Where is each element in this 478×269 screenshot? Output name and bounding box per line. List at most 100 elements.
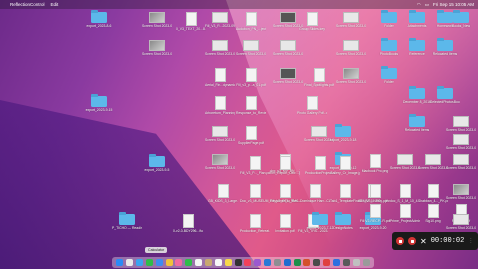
desktop-item-doc[interactable]: BK_V3_INFO_...ject.pdf bbox=[360, 184, 390, 203]
menu-edit[interactable]: Edit bbox=[51, 2, 59, 7]
music-icon[interactable] bbox=[244, 259, 252, 266]
reminders-icon[interactable] bbox=[214, 259, 222, 266]
desktop-item-shot[interactable]: Screen Shot 2023-09-...lop.png bbox=[446, 116, 476, 132]
app-store-icon[interactable] bbox=[264, 259, 272, 266]
maps-icon[interactable] bbox=[165, 259, 173, 266]
cancel-recording-button[interactable]: ✕ bbox=[420, 237, 427, 246]
desktop-item-folder[interactable]: export_2023-9-18 bbox=[328, 124, 358, 142]
desktop-item-doc[interactable]: Final_Spotlights.pdf bbox=[304, 68, 334, 87]
desktop-item-folder[interactable]: SelectedPhotosBooks bbox=[430, 86, 460, 104]
screenshot-icon bbox=[149, 12, 165, 23]
desktop-item-doc[interactable]: 0_V3_TEXT_20...8.pdf bbox=[176, 12, 206, 31]
desktop-item-folder[interactable]: Folder bbox=[374, 66, 404, 84]
desktop-item-shot[interactable]: Fill_V3_R...2023-09... bbox=[205, 12, 235, 28]
desktop-item-doc[interactable]: Macbook Pro.png bbox=[360, 154, 390, 173]
desktop-item-doc[interactable]: Tab1_TemplateFinal.pdf bbox=[330, 184, 360, 203]
desktop-item-doc[interactable]: Gallery_Cr_Image.jpg bbox=[330, 156, 360, 175]
desktop-item-shot[interactable]: Screen Shot 2023-09-14...10.01 AM bbox=[446, 184, 476, 200]
desktop-item-doc[interactable]: Prime_ProjectAdmin.pdf bbox=[390, 204, 420, 223]
desktop-item-doc[interactable]: Doc_v3_MUSEUM_4_11.pdf bbox=[240, 184, 270, 203]
terminal-icon[interactable] bbox=[342, 259, 350, 266]
desktop-item-doc[interactable]: Fill V2-RECP...R.pdf bbox=[360, 204, 390, 223]
desktop-item-folder[interactable]: December 8_2016 bbox=[402, 86, 432, 104]
tv-icon[interactable] bbox=[234, 259, 242, 266]
desktop-item-doc[interactable]: Group Slides.key bbox=[297, 12, 327, 31]
recorder-more-icon[interactable]: ⋮ bbox=[468, 238, 473, 244]
desktop-item-folder[interactable]: export_2023-8-6 bbox=[84, 10, 114, 28]
system-settings-icon[interactable] bbox=[273, 259, 281, 266]
desktop-item-shot[interactable]: Screen Shot 2023-07-04...12.08 PM bbox=[273, 40, 303, 56]
desktop-item-doc[interactable]: Rm_Report_Dec....pdf bbox=[270, 156, 300, 175]
desktop-item-shot[interactable]: Screen Shot 2023-09-14...10.39 AM bbox=[336, 68, 366, 84]
messages-icon[interactable] bbox=[145, 259, 153, 266]
launchpad-icon[interactable] bbox=[126, 259, 134, 266]
screenshot-icon bbox=[280, 40, 296, 51]
desktop-item-shot[interactable]: Screen Shot 2023-08-28...12.01 AM bbox=[236, 40, 266, 56]
desktop-item-doc[interactable]: 0-v2-0-BDY296...ifuo.pdf bbox=[173, 214, 203, 233]
calendar-icon[interactable] bbox=[195, 259, 203, 266]
desktop-item-folder[interactable]: export_2023-9-15 bbox=[84, 94, 114, 112]
desktop-item-shot[interactable]: Screen Shot 2023-09-12...11.52 AM bbox=[336, 40, 366, 56]
desktop-item-shot[interactable]: Screen Shot 2023-08-29...10.37 AM bbox=[205, 154, 235, 170]
desktop-item-folder[interactable]: Relocated Items bbox=[402, 114, 432, 132]
desktop-item-shot[interactable]: Screen Shot 2023-08-28...10.06 AM bbox=[142, 40, 172, 56]
desktop-item-doc[interactable]: Sig10.png bbox=[418, 204, 448, 223]
desktop-item-folder[interactable]: export_2023-9-5 bbox=[142, 154, 172, 172]
facetime-icon[interactable] bbox=[185, 259, 193, 266]
desktop-item-doc[interactable]: Response_to_Rev...ewer2.doc bbox=[270, 184, 300, 203]
excel-icon[interactable] bbox=[293, 259, 301, 266]
photos-icon[interactable] bbox=[175, 259, 183, 266]
notes-icon[interactable] bbox=[224, 259, 232, 266]
desktop-item-shot[interactable]: Screen Shot 2023-09-14...10.24 AM bbox=[336, 12, 366, 28]
desktop-item-doc[interactable]: Production_Retreat...ents.doc bbox=[240, 214, 270, 233]
downloads-stack-icon[interactable] bbox=[352, 259, 360, 266]
desktop-item-folder[interactable]: Relocated Items bbox=[430, 38, 460, 56]
desktop-item-folder[interactable]: P_TICHO — Reading Jay bbox=[112, 212, 142, 230]
menu-clock[interactable]: Fri Sep 15 10:05 AM bbox=[433, 2, 474, 7]
desktop-item-shot[interactable]: Screen Shot 2023-09-14...10.22 AM bbox=[418, 154, 448, 170]
desktop-item-doc[interactable]: Fill_v3_p...a_01.pdf bbox=[236, 68, 266, 87]
powerpoint-icon[interactable] bbox=[303, 259, 311, 266]
desktop-item-doc[interactable]: GB_KIDS_3_Large...Spring.pdf bbox=[208, 184, 238, 203]
contacts-icon[interactable] bbox=[205, 259, 213, 266]
desktop-item-doc[interactable]: Invitation.pdf bbox=[270, 214, 300, 233]
podcasts-icon[interactable] bbox=[254, 259, 262, 266]
desktop-item-shot[interactable]: Screen Shot 2023-09-04...15.38 AM bbox=[142, 12, 172, 28]
desktop-item-shot[interactable]: Screen Shot 2023-09-14...10.28 AM bbox=[273, 68, 303, 84]
desktop-item-doc[interactable]: Dominique Harr...ClayNotes.pdf bbox=[300, 184, 330, 203]
desktop-item-folder[interactable]: Attachments bbox=[402, 10, 432, 28]
desktop-item-doc[interactable]: Fill_V3_P..._Plan.pdf bbox=[240, 156, 270, 175]
battery-icon[interactable]: ▭ bbox=[425, 2, 429, 8]
wifi-icon[interactable]: ◠ bbox=[417, 2, 421, 8]
desktop-item-doc[interactable]: doc_S_1_M_10_4...3.pdf bbox=[390, 184, 420, 203]
desktop-item-doc[interactable]: Arboretum_Planning.pdf bbox=[205, 96, 235, 115]
desktop-item-shot[interactable]: Screen Shot 2023-08-22...11.30 AM bbox=[205, 126, 235, 142]
desktop-item-folder[interactable]: Folder bbox=[374, 10, 404, 28]
pause-recording-button[interactable] bbox=[396, 237, 404, 245]
desktop-item-doc[interactable]: Photo Gallery Pdf...rce-Ocean.pdf bbox=[297, 96, 327, 115]
desktop-item-doc[interactable]: Aerial_Fin...dynamic.pdf bbox=[205, 68, 235, 87]
desktop-item-folder[interactable]: Reference bbox=[402, 38, 432, 56]
desktop-item-shot[interactable]: Screen Shot 2023-08-29...10.01 AM bbox=[205, 40, 235, 56]
desktop-item-shot[interactable]: Screen Shot 2023-09-14...10.01 AM bbox=[446, 214, 476, 230]
mail-icon[interactable] bbox=[155, 259, 163, 266]
stop-recording-button[interactable] bbox=[408, 237, 416, 245]
desktop-item-shot[interactable]: Screen Shot 2023-09-13...11.50 AM bbox=[390, 154, 420, 170]
desktop-item-shot[interactable]: Screen Shot 2023-09-14 at 10.03.37 AM bbox=[446, 134, 476, 150]
desktop-item-folder[interactable]: Books_New bbox=[446, 10, 476, 28]
desktop-item-folder[interactable]: PhotoBooks bbox=[374, 38, 404, 56]
finder-icon[interactable] bbox=[116, 259, 124, 266]
desktop-item-folder[interactable]: export_2023-7-12 bbox=[305, 212, 335, 230]
chrome-icon[interactable] bbox=[323, 259, 331, 266]
zoom-icon[interactable] bbox=[332, 259, 340, 266]
desktop-item-doc[interactable]: Audubon_PN_...ject_Files.pdf bbox=[236, 12, 266, 31]
calculator-icon[interactable] bbox=[313, 259, 321, 266]
menu-app-name[interactable]: ReflectionControl bbox=[10, 2, 45, 7]
word-icon[interactable] bbox=[283, 259, 291, 266]
desktop-item-doc[interactable]: Shabban_4..._PK.pdf bbox=[418, 184, 448, 203]
desktop-item-doc[interactable]: SupplierPage.pdf bbox=[236, 126, 266, 145]
safari-icon[interactable] bbox=[136, 259, 144, 266]
desktop-item-doc[interactable]: Response_to_Reviewer...R.doc bbox=[236, 96, 266, 115]
desktop-item-shot[interactable]: Screen Shot 2023-09-14...10.05 AM bbox=[446, 154, 476, 170]
trash-icon[interactable] bbox=[362, 259, 370, 266]
